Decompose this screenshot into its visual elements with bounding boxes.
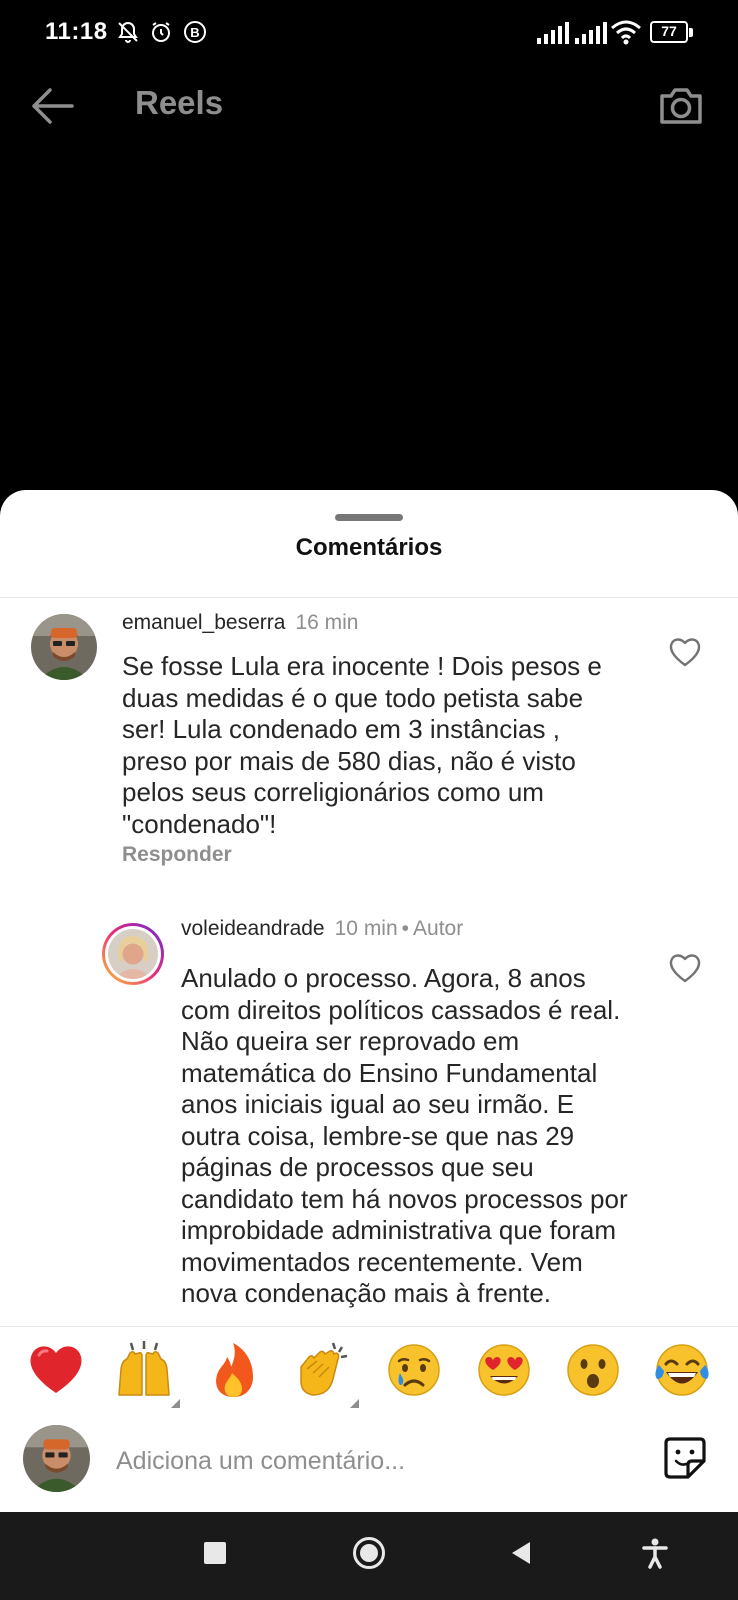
emoji-fire-button[interactable] [203,1339,265,1401]
emoji-laughing-button[interactable] [651,1339,713,1401]
emoji-heart-eyes-button[interactable] [473,1339,535,1401]
system-nav-bar [0,1512,738,1600]
accessibility-icon [642,1538,668,1569]
emoji-crying-button[interactable] [383,1339,445,1401]
arrow-left-icon [32,88,74,124]
author-badge: Autor [413,917,464,940]
raising-hands-icon [118,1341,170,1396]
alarm-icon [152,22,170,42]
heart-eyes-face-icon [478,1344,530,1396]
camera-icon [660,88,702,124]
like-button[interactable] [668,952,702,984]
reply-button[interactable]: Responder [122,843,232,867]
sheet-title: Comentários [295,534,443,561]
fire-icon [216,1343,253,1397]
comment-meta: voleideandrade 10 min • Autor [181,917,463,941]
accessibility-button[interactable] [641,1537,669,1569]
back-button[interactable] [28,84,78,128]
comment-meta: emanuel_beserra 16 min [122,611,358,635]
comment-username[interactable]: emanuel_beserra [122,611,285,634]
crying-face-icon [388,1344,440,1396]
clapping-hands-icon [300,1342,348,1396]
comment-text: Se fosse Lula era inocente ! Dois pesos … [122,651,602,839]
notifications-muted-icon [118,21,138,43]
camera-button[interactable] [656,80,706,130]
home-button[interactable] [351,1535,387,1571]
emoji-raising-hands-button[interactable] [113,1339,175,1401]
divider [0,597,738,598]
home-circle-icon [353,1537,385,1569]
like-button[interactable] [668,636,702,668]
sticker-button[interactable] [662,1435,708,1481]
comment-username[interactable]: voleideandrade [181,917,325,940]
heart-outline-icon [669,638,701,667]
emoji-clapping-button[interactable] [293,1339,355,1401]
comment-composer [0,1417,738,1512]
current-user-avatar [23,1425,90,1492]
emoji-quick-bar [0,1327,738,1417]
wifi-icon [611,20,641,45]
back-triangle-icon [512,1542,530,1564]
battery-level: 77 [661,23,677,39]
b-badge-icon: B [184,21,206,43]
system-back-button[interactable] [508,1539,534,1567]
svg-text:B: B [190,25,199,40]
status-bar: 11:18 B 77 [0,0,738,66]
status-time: 11:18 [45,18,108,45]
emoji-heart-button[interactable] [25,1339,87,1401]
surprised-face-icon [567,1344,619,1396]
meta-separator: • [401,917,410,940]
battery-icon: 77 [650,21,694,45]
top-nav: Reels [0,70,738,145]
avatar-story-ring[interactable] [102,923,164,985]
comment-time: 16 min [295,611,359,634]
tears-of-joy-face-icon [655,1344,709,1396]
recents-button[interactable] [204,1542,228,1566]
variant-indicator [171,1399,180,1408]
sheet-drag-handle[interactable] [335,514,403,521]
red-heart-icon [30,1346,82,1393]
recents-square-icon [204,1542,226,1564]
comment-input[interactable] [116,1437,616,1485]
avatar[interactable] [31,614,97,680]
comment-text: Anulado o processo. Agora, 8 anos com di… [181,963,628,1308]
comment-time: 10 min [334,917,398,940]
page-title: Reels [135,84,224,121]
heart-outline-icon [669,954,701,983]
emoji-surprised-button[interactable] [562,1339,624,1401]
signal-icon [575,22,607,44]
signal-icon [537,22,569,44]
sticker-icon [664,1437,706,1479]
variant-indicator [350,1399,359,1408]
